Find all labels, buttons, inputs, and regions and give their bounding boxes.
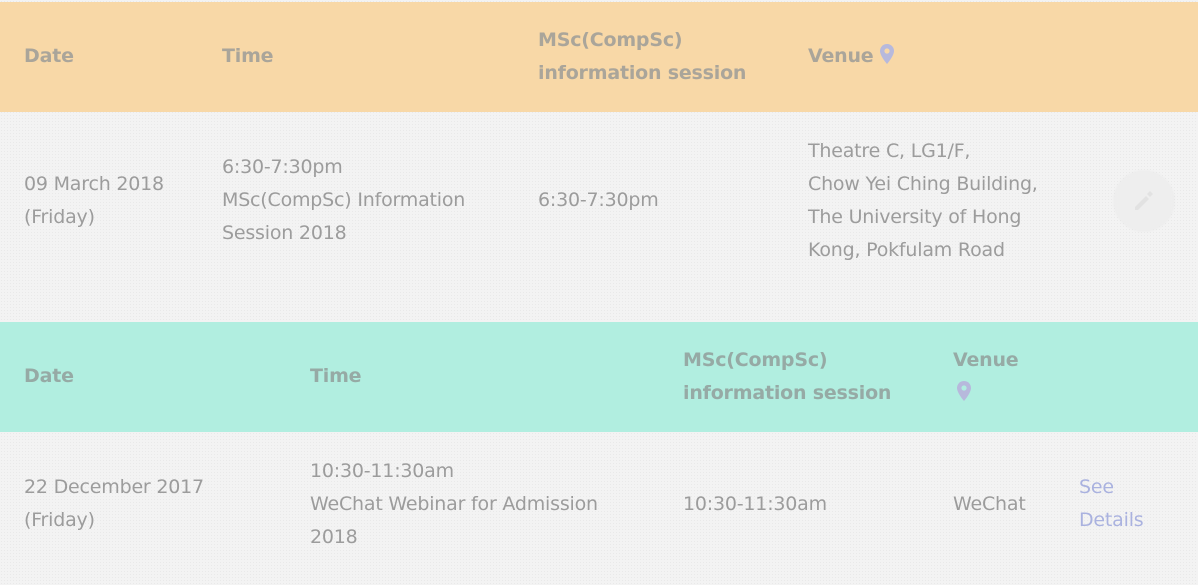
table1-row-date: 09 March 2018 (Friday) [24, 168, 164, 234]
table2-header-venue-label: Venue [953, 349, 1019, 371]
table1-time-line1: 6:30-7:30pm [222, 156, 343, 178]
see-details-link[interactable]: See Details [1079, 471, 1144, 537]
table2-time-line1: 10:30-11:30am [310, 460, 454, 482]
table1-header-date: Date [24, 45, 74, 67]
table1-row-time: 6:30-7:30pm MSc(CompSc) Information Sess… [222, 151, 465, 250]
table1-header-session-line2: information session [538, 62, 747, 84]
table2-header-date: Date [24, 365, 74, 387]
table2-row-session: 10:30-11:30am [683, 493, 827, 515]
pencil-icon [1135, 191, 1153, 210]
table2-header-session-line2: information session [683, 382, 892, 404]
table2-row-date: 22 December 2017 (Friday) [24, 471, 204, 537]
see-details-line1: See [1079, 476, 1114, 498]
table2-header-time: Time [310, 365, 362, 387]
table2-header-session: MSc(CompSc) information session [683, 344, 891, 410]
edit-button[interactable] [1114, 171, 1174, 231]
map-pin-icon [879, 42, 894, 64]
table1-date-line1: 09 March 2018 [24, 173, 164, 195]
table1-time-line3: Session 2018 [222, 222, 347, 244]
table2-row-venue: WeChat [953, 493, 1026, 515]
table1-header-venue: Venue [808, 40, 894, 73]
table1-header-venue-label: Venue [808, 45, 874, 67]
table2-time-line2: WeChat Webinar for Admission [310, 493, 598, 515]
table2-date-line1: 22 December 2017 [24, 476, 204, 498]
table1-header-time: Time [222, 45, 274, 67]
table1-header-session-line1: MSc(CompSc) [538, 29, 683, 51]
table1-venue-line4: Kong, Pokfulam Road [808, 239, 1005, 261]
table1-date-line2: (Friday) [24, 206, 95, 228]
see-details-line2: Details [1079, 509, 1144, 531]
table1-header: Date Time MSc(CompSc) information sessio… [0, 2, 1198, 112]
table1-venue-line2: Chow Yei Ching Building, [808, 173, 1038, 195]
table1-venue-line1: Theatre C, LG1/F, [808, 140, 971, 162]
table1-row-venue: Theatre C, LG1/F, Chow Yei Ching Buildin… [808, 135, 1038, 267]
table2-date-line2: (Friday) [24, 509, 95, 531]
table2-header-session-line1: MSc(CompSc) [683, 349, 828, 371]
table2-header-venue: Venue [953, 344, 1019, 410]
table2-header: Date Time MSc(CompSc) information sessio… [0, 322, 1198, 432]
table1-header-session: MSc(CompSc) information session [538, 24, 746, 90]
table1-time-line2: MSc(CompSc) Information [222, 189, 466, 211]
table1-venue-line3: The University of Hong [808, 206, 1022, 228]
table2-row-time: 10:30-11:30am WeChat Webinar for Admissi… [310, 455, 598, 554]
table1-row-session: 6:30-7:30pm [538, 189, 659, 211]
map-pin-icon [957, 379, 971, 401]
info-sessions-page: Date Time MSc(CompSc) information sessio… [0, 0, 1198, 585]
table2-time-line3: 2018 [310, 526, 358, 548]
